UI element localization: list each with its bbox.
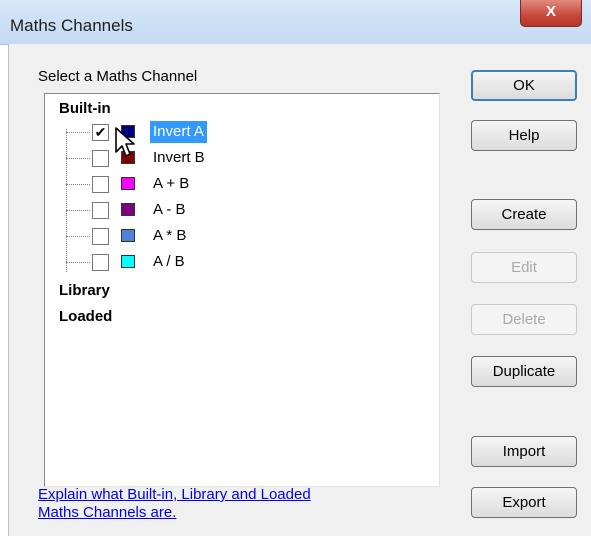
export-button[interactable]: Export [471, 487, 577, 518]
channel-color-swatch [121, 203, 135, 216]
help-button[interactable]: Help [471, 120, 577, 151]
tree-branch-line [66, 184, 90, 185]
tree-connector-line [66, 129, 67, 272]
category-library[interactable]: Library [59, 282, 110, 299]
duplicate-button[interactable]: Duplicate [471, 356, 577, 387]
tree-branch-line [66, 132, 90, 133]
ok-button[interactable]: OK [471, 70, 577, 101]
channel-color-swatch [121, 255, 135, 268]
check-icon: ✔ [94, 124, 107, 140]
channel-checkbox[interactable] [92, 150, 109, 167]
help-link-line-1[interactable]: Explain what Built-in, Library and Loade… [38, 486, 311, 504]
category-built-in[interactable]: Built-in [59, 100, 111, 117]
channel-checkbox[interactable] [92, 202, 109, 219]
close-button[interactable]: X [520, 0, 582, 27]
channel-color-swatch [121, 177, 135, 190]
tree-branch-line [66, 158, 90, 159]
select-channel-label: Select a Maths Channel [38, 68, 198, 85]
tree-branch-line [66, 262, 90, 263]
tree-branch-line [66, 210, 90, 211]
channel-checkbox[interactable]: ✔ [92, 124, 109, 141]
help-link[interactable]: Explain what Built-in, Library and Loade… [38, 486, 311, 522]
mouse-pointer-icon [115, 127, 135, 157]
title-bar: Maths Channels X [0, 0, 591, 45]
create-button[interactable]: Create [471, 199, 577, 230]
maths-channel-tree[interactable]: Built-in ✔ Invert A Invert B A + B A - B… [44, 93, 440, 487]
channel-label[interactable]: Invert B [150, 147, 208, 169]
channel-label[interactable]: A + B [150, 173, 192, 195]
channel-label[interactable]: A * B [150, 225, 189, 247]
window-title: Maths Channels [10, 16, 133, 35]
channel-color-swatch [121, 229, 135, 242]
channel-checkbox[interactable] [92, 254, 109, 271]
close-icon: X [545, 3, 556, 20]
channel-label[interactable]: Invert A [150, 121, 207, 143]
channel-label[interactable]: A / B [150, 251, 188, 273]
edit-button: Edit [471, 252, 577, 283]
import-button[interactable]: Import [471, 436, 577, 467]
channel-checkbox[interactable] [92, 228, 109, 245]
category-loaded[interactable]: Loaded [59, 308, 112, 325]
help-link-line-2[interactable]: Maths Channels are. [38, 504, 311, 522]
tree-branch-line [66, 236, 90, 237]
delete-button: Delete [471, 304, 577, 335]
channel-checkbox[interactable] [92, 176, 109, 193]
channel-label[interactable]: A - B [150, 199, 189, 221]
